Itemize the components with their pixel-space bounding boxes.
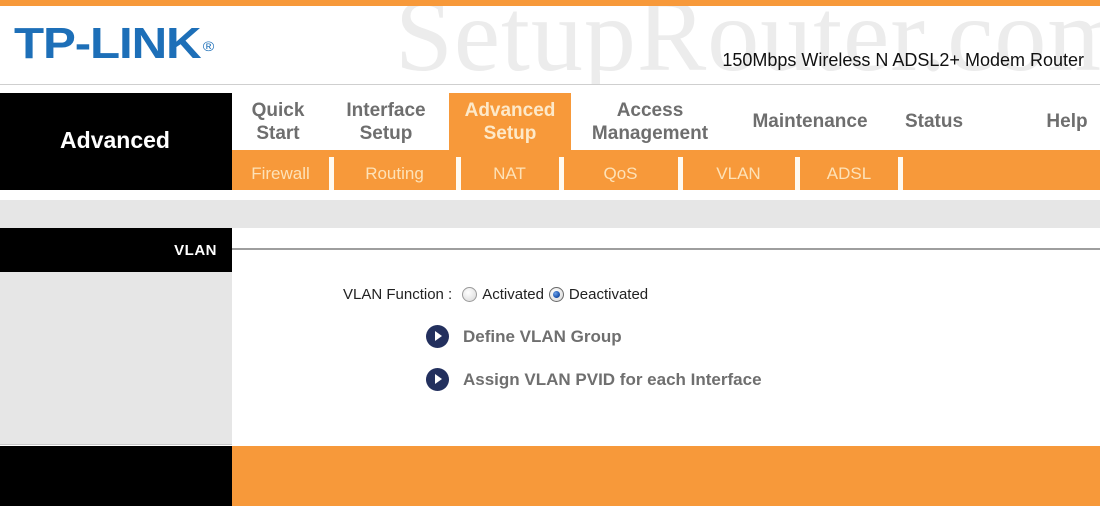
tab-label: Status [904,111,964,132]
play-circle-icon[interactable] [426,368,449,391]
subtab-firewall[interactable]: Firewall [232,150,329,190]
subtab-separator [898,157,903,190]
tab-access-management[interactable]: Access Management [577,93,723,150]
spacer [0,190,1100,200]
content-panel: VLAN Function : Activated Deactivated De… [232,228,1100,445]
vlan-function-label: VLAN Function : [343,286,453,303]
play-circle-icon[interactable] [426,325,449,348]
tab-interface-setup[interactable]: Interface Setup [326,93,446,150]
tab-label-line1: Access [616,99,684,121]
subtab-routing[interactable]: Routing [334,150,455,190]
tab-label: Help [1046,111,1088,132]
tab-maintenance[interactable]: Maintenance [742,93,878,150]
model-name: 150Mbps Wireless N ADSL2+ Modem Router [722,50,1084,70]
tab-label-line2: Start [256,122,300,144]
content-divider [232,248,1100,250]
link-label[interactable]: Assign VLAN PVID for each Interface [463,370,762,390]
sidebar-panel [0,272,232,445]
section-title-block: Advanced [0,93,232,190]
footer-bar [232,446,1100,506]
sub-menu: Firewall Routing NAT QoS VLAN ADSL [232,150,1100,190]
vlan-function-row: VLAN Function : Activated Deactivated [343,286,653,303]
watermark: SetupRouter.com [395,6,1100,85]
tp-link-logo: TP-LINK ® [14,19,215,68]
radio-deactivated[interactable] [548,287,564,302]
tab-status[interactable]: Status [896,93,972,150]
subtab-adsl[interactable]: ADSL [800,150,898,190]
radio-deactivated-label[interactable]: Deactivated [569,286,648,303]
link-label[interactable]: Define VLAN Group [463,327,622,347]
tab-label-line2: Management [591,122,709,144]
tab-label-line1: Interface [346,99,426,121]
tab-help[interactable]: Help [1038,93,1096,150]
subtab-qos[interactable]: QoS [564,150,677,190]
subtab-nat[interactable]: NAT [461,150,558,190]
navigation: Advanced Quick Start Interface Setup Advan… [0,93,1100,190]
tab-label-line1: Advanced [464,99,556,121]
logo-text: TP-LINK [14,19,202,68]
gray-divider-bar [0,200,1100,228]
tab-label-line1: Quick [251,99,305,121]
sidebar-heading: VLAN [174,242,217,259]
subtab-vlan[interactable]: VLAN [683,150,794,190]
footer-left-block [0,446,232,506]
tab-quick-start[interactable]: Quick Start [232,93,324,150]
section-title: Advanced [60,127,170,153]
assign-vlan-pvid-link[interactable]: Assign VLAN PVID for each Interface [426,368,762,391]
tab-label: Maintenance [752,111,868,132]
radio-activated-label[interactable]: Activated [482,286,544,303]
registered-mark: ® [202,38,215,54]
main-menu: Quick Start Interface Setup Advanced Setup … [232,93,1100,150]
radio-activated[interactable] [462,287,478,302]
tab-label-line2: Setup [359,122,413,144]
header: SetupRouter.com TP-LINK ® 150Mbps Wireles… [0,6,1100,85]
tab-label-line2: Setup [483,122,537,144]
tab-advanced-setup[interactable]: Advanced Setup [449,93,571,150]
sidebar-heading-block: VLAN [0,228,232,272]
define-vlan-group-link[interactable]: Define VLAN Group [426,325,622,348]
